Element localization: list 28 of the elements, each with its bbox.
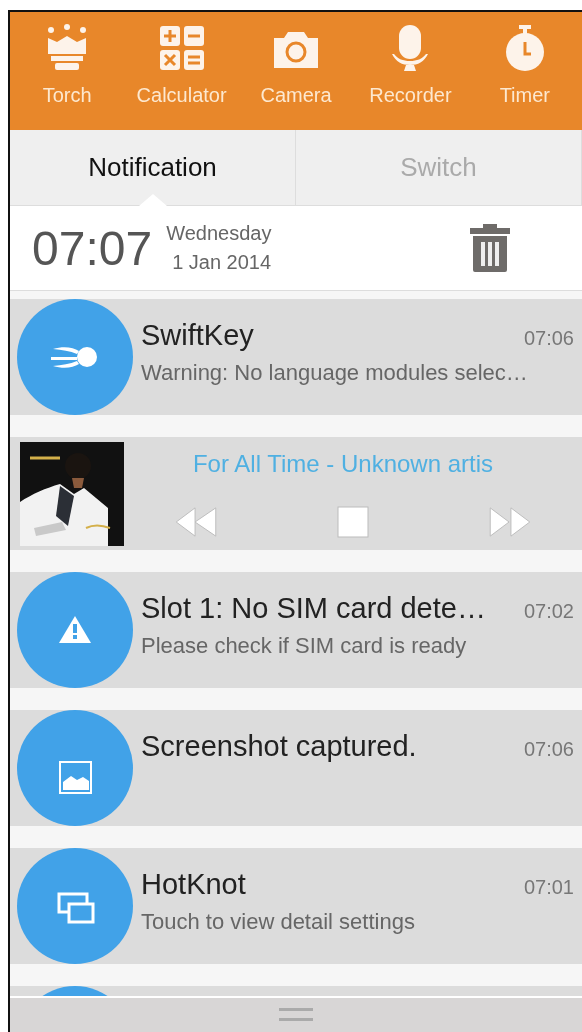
notification-text: Touch to view detail settings [141,909,416,935]
notification-time: 07:01 [523,876,574,899]
trash-icon[interactable] [470,224,510,272]
clock-time: 07:07 [32,220,153,276]
notification-card[interactable]: Slot 1: No SIM card dete… 07:02 Please check if SIM card is ready [10,572,582,688]
notification-card[interactable]: Screenshot captured. 07:06 [10,710,582,826]
comet-icon [17,299,133,415]
overlapping-squares-icon [17,848,133,964]
image-icon [17,710,133,826]
song-title: For All Time - Unknown artis [192,449,494,478]
notification-title: Slot 1: No SIM card dete… [141,592,486,625]
notification-time: 07:06 [523,738,574,761]
notification-card[interactable]: SwiftKey 07:06 Warning: No language modules selec… [10,299,582,415]
notification-text: Warning: No language modules selec… [141,360,529,386]
date: 1 Jan 2014 [171,251,272,274]
weekday: Wednesday [166,222,272,245]
notification-card[interactable]: HotKnot 07:01 Touch to view detail settings [10,848,582,964]
notification-time: 07:06 [523,327,574,350]
rewind-icon[interactable] [173,505,219,538]
warning-icon [17,572,133,688]
drag-handle-icon[interactable] [279,1008,313,1022]
notification-text: Please check if SIM card is ready [141,633,468,659]
notification-title: SwiftKey [141,319,254,352]
notification-time: 07:02 [523,600,574,623]
notification-title: Screenshot captured. [141,730,417,763]
fast-forward-icon[interactable] [487,505,533,538]
notification-title: HotKnot [141,868,246,901]
calculator-icon [157,24,206,72]
